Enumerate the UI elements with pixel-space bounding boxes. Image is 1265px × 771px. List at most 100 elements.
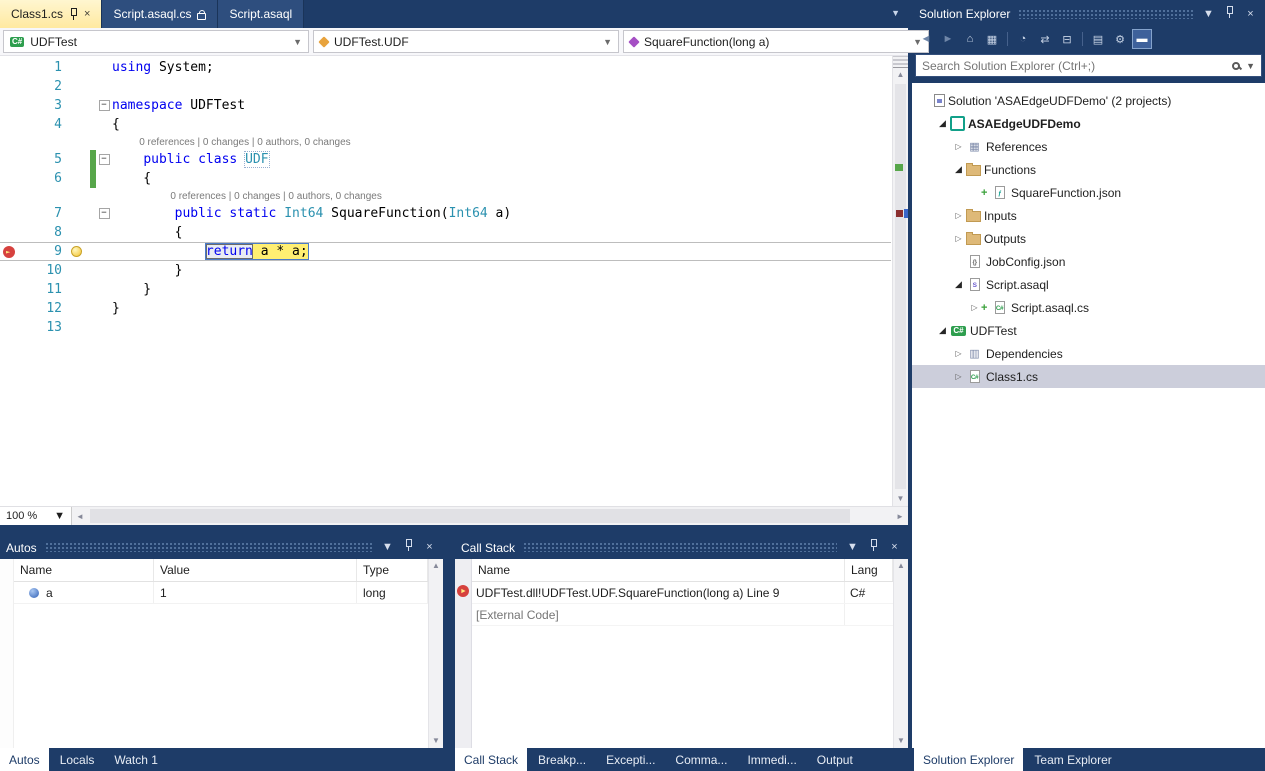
- tree-item-functions[interactable]: ◢Functions: [912, 158, 1265, 181]
- window-position-icon[interactable]: ▼: [380, 540, 395, 555]
- pin-icon[interactable]: [866, 539, 881, 556]
- tab-class1-cs[interactable]: Class1.cs ×: [0, 0, 102, 28]
- tab-watch-1[interactable]: Watch 1: [105, 748, 167, 771]
- tab-excepti[interactable]: Excepti...: [597, 748, 664, 771]
- callstack-header[interactable]: Call Stack ▼ ×: [455, 536, 908, 559]
- tab-locals[interactable]: Locals: [51, 748, 104, 771]
- callstack-frame[interactable]: [External Code]: [472, 604, 893, 626]
- code-line[interactable]: 1using System;: [0, 58, 891, 77]
- chevron-down-icon[interactable]: ▼: [1246, 61, 1255, 71]
- horizontal-scrollbar[interactable]: [88, 507, 892, 525]
- breakpoint-margin[interactable]: [0, 223, 18, 242]
- tab-immedi[interactable]: Immedi...: [738, 748, 805, 771]
- breakpoint-margin[interactable]: [0, 115, 18, 134]
- code-line[interactable]: 7− public static Int64 SquareFunction(In…: [0, 204, 891, 223]
- breakpoint-margin[interactable]: [0, 96, 18, 115]
- switch-views-icon[interactable]: ▦: [982, 29, 1002, 49]
- home-icon[interactable]: ⌂: [960, 29, 980, 49]
- scroll-down-icon[interactable]: ▼: [893, 492, 908, 506]
- lightbulb-icon[interactable]: [71, 246, 82, 257]
- expander-icon[interactable]: ▷: [952, 234, 965, 243]
- expander-icon[interactable]: ◢: [952, 164, 965, 175]
- tab-output[interactable]: Output: [808, 748, 862, 771]
- tree-item-solution-asaedgeudfdemo-2-projects[interactable]: Solution 'ASAEdgeUDFDemo' (2 projects): [912, 89, 1265, 112]
- tree-item-inputs[interactable]: ▷Inputs: [912, 204, 1265, 227]
- tab-team-explorer[interactable]: Team Explorer: [1025, 748, 1120, 771]
- fold-collapse-icon[interactable]: −: [99, 100, 110, 111]
- code-line[interactable]: 4{: [0, 115, 891, 134]
- wrench-icon[interactable]: ⚙: [1110, 29, 1130, 49]
- code-line[interactable]: 12}: [0, 299, 891, 318]
- expander-icon[interactable]: ◢: [936, 325, 949, 336]
- expander-icon[interactable]: ▷: [952, 211, 965, 220]
- tab-script-asaql[interactable]: Script.asaql: [218, 0, 304, 28]
- code-line[interactable]: 10 }: [0, 261, 891, 280]
- expander-icon[interactable]: ▷: [968, 303, 981, 312]
- scroll-right-icon[interactable]: ►: [892, 512, 908, 521]
- code-line[interactable]: 8 {: [0, 223, 891, 242]
- autos-scrollbar[interactable]: ▲ ▼: [428, 559, 443, 748]
- fold-margin[interactable]: −: [96, 208, 112, 219]
- horizontal-scrollbar-thumb[interactable]: [90, 509, 850, 523]
- breakpoint-margin[interactable]: [0, 58, 18, 77]
- scroll-up-icon[interactable]: ▲: [894, 559, 908, 573]
- tree-item-outputs[interactable]: ▷Outputs: [912, 227, 1265, 250]
- fold-margin[interactable]: −: [96, 100, 112, 111]
- code-line[interactable]: 9 return a * a;: [0, 242, 891, 261]
- tree-item-class1-cs[interactable]: ▷C#Class1.cs: [912, 365, 1265, 388]
- editor-vertical-scrollbar[interactable]: ▲ ▼: [892, 56, 908, 506]
- code-line[interactable]: 11 }: [0, 280, 891, 299]
- column-lang[interactable]: Lang: [845, 559, 893, 581]
- breakpoint-icon[interactable]: [3, 246, 15, 258]
- sync-with-active-icon[interactable]: ⇄: [1035, 29, 1055, 49]
- scroll-down-icon[interactable]: ▼: [894, 734, 908, 748]
- column-type[interactable]: Type: [357, 559, 428, 581]
- tab-solution-explorer[interactable]: Solution Explorer: [914, 748, 1023, 771]
- codelens-text[interactable]: 0 references | 0 changes | 0 authors, 0 …: [170, 191, 381, 202]
- solution-explorer-search[interactable]: ▼: [915, 54, 1262, 77]
- close-icon[interactable]: ×: [1243, 7, 1258, 22]
- type-dropdown[interactable]: UDFTest.UDF ▼: [313, 30, 619, 53]
- preview-toggle-icon[interactable]: ▬: [1132, 29, 1152, 49]
- breakpoint-margin[interactable]: [0, 280, 18, 299]
- expander-icon[interactable]: ▷: [952, 349, 965, 358]
- tab-script-asaql-cs[interactable]: Script.asaql.cs: [102, 0, 218, 28]
- tree-item-udftest[interactable]: ◢C#UDFTest: [912, 319, 1265, 342]
- expander-icon[interactable]: ▷: [952, 142, 965, 151]
- tree-item-dependencies[interactable]: ▷▥Dependencies: [912, 342, 1265, 365]
- code-editor[interactable]: 1using System;23−namespace UDFTest4{0 re…: [0, 56, 908, 506]
- expander-icon[interactable]: ▷: [952, 372, 965, 381]
- callstack-scrollbar[interactable]: ▲ ▼: [893, 559, 908, 748]
- scroll-down-icon[interactable]: ▼: [429, 734, 443, 748]
- breakpoint-margin[interactable]: [0, 77, 18, 96]
- tab-autos[interactable]: Autos: [0, 748, 49, 771]
- solution-explorer-header[interactable]: Solution Explorer ▼ ×: [912, 2, 1265, 26]
- expander-icon[interactable]: ◢: [936, 118, 949, 129]
- callstack-frame[interactable]: UDFTest.dll!UDFTest.UDF.SquareFunction(l…: [472, 582, 893, 604]
- scrollbar-track[interactable]: [893, 82, 908, 491]
- pending-filter-icon[interactable]: ◔: [1013, 29, 1033, 49]
- breakpoint-margin[interactable]: [0, 261, 18, 280]
- close-icon[interactable]: ×: [84, 8, 90, 20]
- code-line[interactable]: 5− public class UDF: [0, 150, 891, 169]
- breakpoint-margin[interactable]: [0, 243, 18, 260]
- scroll-left-icon[interactable]: ◄: [72, 512, 88, 521]
- pin-icon[interactable]: [69, 8, 78, 20]
- breakpoint-margin[interactable]: [0, 299, 18, 318]
- fold-collapse-icon[interactable]: −: [99, 154, 110, 165]
- code-line[interactable]: 3−namespace UDFTest: [0, 96, 891, 115]
- forward-icon[interactable]: ►: [938, 29, 958, 49]
- window-position-icon[interactable]: ▼: [1201, 7, 1216, 22]
- column-name[interactable]: Name: [472, 559, 845, 581]
- column-name[interactable]: Name: [14, 559, 154, 581]
- expander-icon[interactable]: ◢: [952, 279, 965, 290]
- member-dropdown[interactable]: SquareFunction(long a) ▼: [623, 30, 929, 53]
- scroll-up-icon[interactable]: ▲: [893, 68, 908, 82]
- scrollbar-thumb[interactable]: [895, 84, 906, 489]
- autos-header[interactable]: Autos ▼ ×: [0, 536, 443, 559]
- fold-margin[interactable]: −: [96, 154, 112, 165]
- zoom-dropdown[interactable]: 100 % ▼: [0, 507, 72, 525]
- collapse-all-icon[interactable]: ⊟: [1057, 29, 1077, 49]
- fold-collapse-icon[interactable]: −: [99, 208, 110, 219]
- codelens-text[interactable]: 0 references | 0 changes | 0 authors, 0 …: [139, 137, 350, 148]
